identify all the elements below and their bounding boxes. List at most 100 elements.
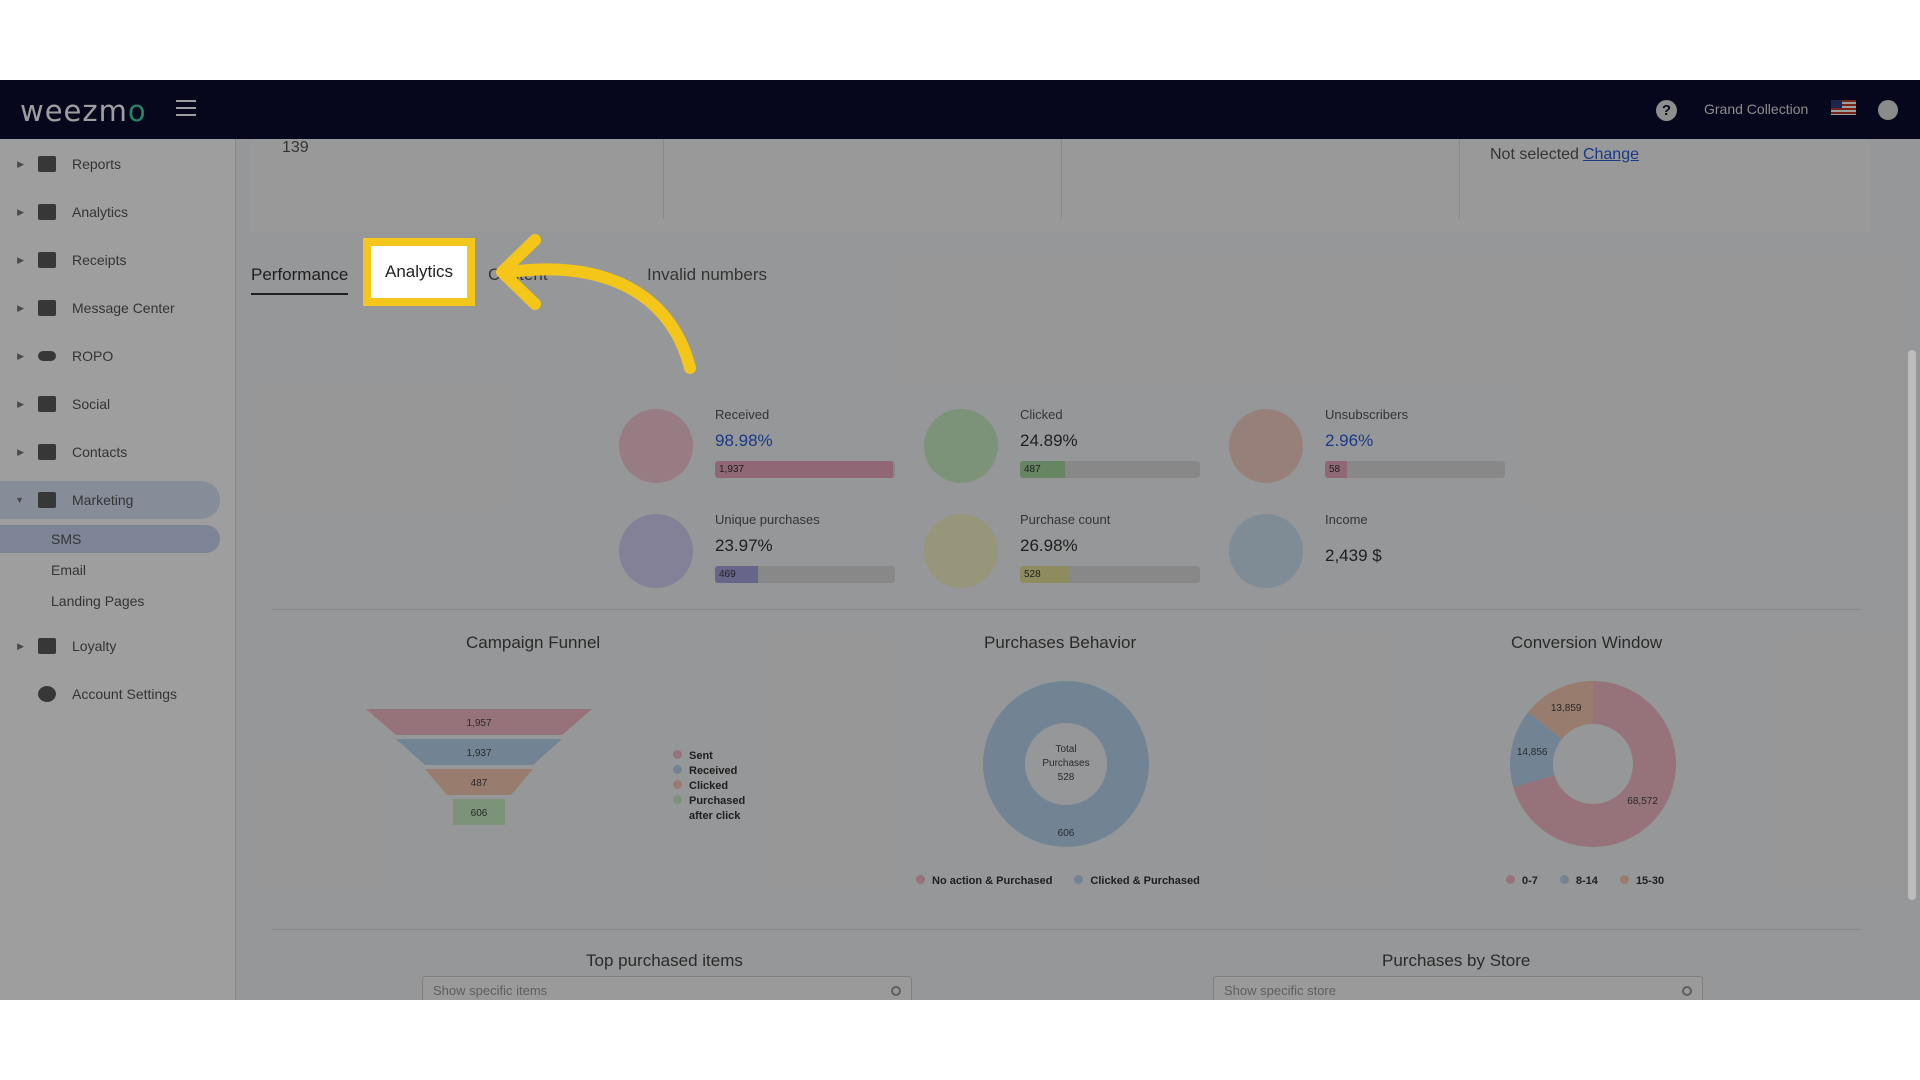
conversion-window-chart: 68,572 14,856 13,859: [1510, 681, 1676, 847]
metric-value: 2.96%: [1325, 431, 1374, 450]
sidebar-item-account-settings[interactable]: Account Settings: [0, 675, 220, 713]
user-account-icon[interactable]: [1878, 100, 1898, 120]
legend-item-clicked-purchased: Clicked & Purchased: [1074, 874, 1200, 889]
sidebar: ▶ Reports ▶ Analytics ▶ Receipts ▶ Message C…: [0, 139, 236, 1000]
conversion-title: Conversion Window: [1511, 633, 1663, 652]
sidebar-item-label: Account Settings: [72, 686, 178, 702]
legend-item-purchased: Purchased: [673, 794, 745, 809]
sidebar-item-label: Loyalty: [72, 638, 117, 654]
divider: [271, 609, 1861, 610]
metric-bar: 528: [1020, 566, 1200, 583]
sidebar-item-contacts[interactable]: ▶ Contacts: [0, 433, 220, 471]
app-screen: weezmo ? Grand Collection ▶ Reports ▶ Anal…: [0, 80, 1920, 1000]
sidebar-subitem-landing-pages[interactable]: Landing Pages: [0, 587, 220, 615]
metric-value: 24.89%: [1020, 431, 1078, 450]
funnel-title: Campaign Funnel: [466, 633, 601, 652]
sidebar-item-social[interactable]: ▶ Social: [0, 385, 220, 423]
us-flag-icon[interactable]: [1831, 100, 1856, 115]
sidebar-item-ropo[interactable]: ▶ ROPO: [0, 337, 220, 375]
hand-click-icon: [924, 409, 998, 483]
sidebar-item-label: ROPO: [72, 348, 114, 364]
sidebar-subitem-sms[interactable]: SMS: [0, 525, 220, 553]
legend-label: Clicked: [689, 780, 729, 792]
megaphone-icon: [38, 492, 56, 508]
legend-label: 0-7: [1522, 875, 1538, 887]
weezmo-logo[interactable]: weezmo: [20, 94, 147, 128]
tutorial-arrow-icon: [496, 234, 696, 374]
shopping-cart-icon: [924, 514, 998, 588]
analytics-icon: [38, 204, 56, 220]
sidebar-item-label: Analytics: [72, 204, 129, 220]
sidebar-item-receipts[interactable]: ▶ Receipts: [0, 241, 220, 279]
metric-label: Received: [715, 407, 770, 422]
metric-received: Received 98.98% 1,937: [619, 405, 919, 495]
legend-label: 15-30: [1635, 875, 1665, 887]
gear-icon: [38, 686, 56, 702]
sidebar-item-analytics[interactable]: ▶ Analytics: [0, 193, 220, 231]
money-bag-icon: [1229, 514, 1303, 588]
sidebar-item-label: Social: [72, 396, 111, 412]
tag-icon: [38, 638, 56, 654]
metric-bar-fill: 58: [1325, 461, 1347, 478]
metric-bar-fill: 487: [1020, 461, 1065, 478]
sidebar-item-label: Marketing: [72, 492, 134, 508]
metric-bar-fill: 469: [715, 566, 759, 583]
scrollbar[interactable]: [1908, 350, 1916, 900]
funnel-value-label: 606: [471, 808, 488, 819]
sidebar-item-label: Message Center: [72, 300, 175, 316]
items-search-input[interactable]: Show specific items: [422, 976, 912, 1000]
metric-unsubscribers: Unsubscribers 2.96% 58: [1229, 405, 1529, 495]
legend-item-clicked: Clicked: [673, 779, 745, 794]
legend-label: No action & Purchased: [932, 875, 1053, 887]
not-selected-text: Not selected: [1490, 146, 1579, 163]
sidebar-item-marketing[interactable]: ▼ Marketing: [0, 481, 220, 519]
metric-label: Purchase count: [1020, 512, 1111, 527]
metric-purchase-count: Purchase count 26.98% 528: [924, 510, 1224, 600]
sidebar-item-label: Contacts: [72, 444, 128, 460]
store-search-input[interactable]: Show specific store: [1213, 976, 1703, 1000]
funnel-legend: Sent Received Clicked Purchased after cl…: [673, 749, 745, 824]
donut-center-line: Total: [1055, 744, 1076, 755]
sidebar-item-message-center[interactable]: ▶ Message Center: [0, 289, 220, 327]
metric-income: Income 2,439 $: [1229, 510, 1529, 600]
stores-title: Purchases by Store: [1382, 951, 1531, 970]
funnel-value-label: 487: [471, 778, 488, 789]
sidebar-item-label: Reports: [72, 156, 122, 172]
message-icon: [38, 300, 56, 316]
legend-item-sent: Sent: [673, 749, 745, 764]
help-icon[interactable]: ?: [1656, 100, 1677, 121]
user-remove-icon: [1229, 409, 1303, 483]
metric-value: 23.97%: [715, 536, 773, 555]
change-link[interactable]: Change: [1583, 146, 1639, 163]
top-items-title: Top purchased items: [586, 951, 743, 970]
metric-value: 98.98%: [715, 431, 773, 450]
legend-label: Sent: [689, 750, 713, 762]
tab-performance[interactable]: Performance: [251, 255, 349, 295]
donut-slice-label: 13,859: [1551, 703, 1582, 714]
search-icon: [1682, 986, 1692, 996]
legend-label: 8-14: [1575, 875, 1598, 887]
people-icon: [38, 396, 56, 412]
sidebar-item-reports[interactable]: ▶ Reports: [0, 145, 220, 183]
tab-analytics[interactable]: Analytics: [363, 238, 475, 306]
metric-clicked: Clicked 24.89% 487: [924, 405, 1224, 495]
hamburger-menu-icon[interactable]: [176, 100, 196, 118]
funnel-value-label: 1,957: [466, 718, 491, 729]
legend-label: Received: [689, 765, 738, 777]
metric-bar: 469: [715, 566, 895, 583]
donut-center-line: Purchases: [1042, 758, 1089, 769]
legend-item-no-action: No action & Purchased: [916, 874, 1052, 889]
legend-label: Purchased: [689, 795, 746, 807]
sidebar-subitem-email[interactable]: Email: [0, 556, 220, 584]
metric-bar-fill: 1,937: [715, 461, 894, 478]
infinity-icon: [38, 351, 56, 361]
shopping-cart-icon: [619, 514, 693, 588]
sidebar-item-loyalty[interactable]: ▶ Loyalty: [0, 627, 220, 665]
store-name[interactable]: Grand Collection: [1704, 101, 1808, 117]
reports-icon: [38, 156, 56, 172]
receipt-icon: [38, 252, 56, 268]
campaign-funnel-chart: 1,957 1,937 487 606: [366, 709, 592, 825]
metric-label: Income: [1325, 512, 1368, 527]
search-icon: [891, 986, 901, 996]
metric-label: Clicked: [1020, 407, 1063, 422]
